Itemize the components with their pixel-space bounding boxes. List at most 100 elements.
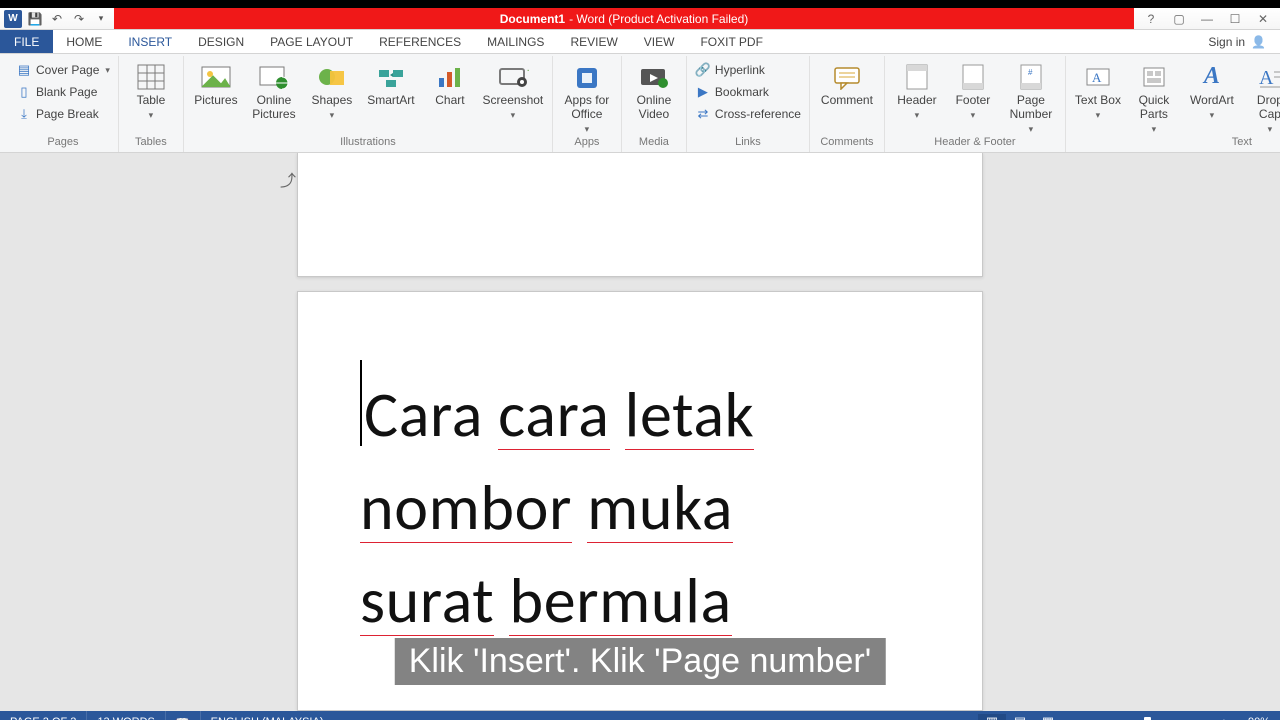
group-text: A Text Box▾ Quick Parts▾ A WordArt▾ A xyxy=(1065,56,1280,152)
zoom-out-button[interactable]: − xyxy=(1062,715,1090,720)
read-mode-button[interactable]: ▥ xyxy=(978,714,1006,720)
hyperlink-button[interactable]: 🔗Hyperlink xyxy=(693,60,767,80)
status-page[interactable]: PAGE 2 OF 2 xyxy=(0,711,86,720)
chevron-down-icon: ▾ xyxy=(1210,110,1215,120)
comment-button[interactable]: Comment xyxy=(816,60,878,108)
document-workspace[interactable]: ⤴ Cara cara letak nombor muka surat berm… xyxy=(0,153,1280,711)
quick-parts-icon xyxy=(1137,62,1171,92)
group-pages: ▤Cover Page▾ ▯Blank Page ⤓Page Break Pag… xyxy=(8,56,118,152)
tab-insert[interactable]: INSERT xyxy=(115,30,185,53)
page-number-icon: # xyxy=(1014,62,1048,92)
drop-cap-icon: A xyxy=(1253,62,1280,92)
maximize-button[interactable]: ☐ xyxy=(1222,8,1248,29)
tab-page-layout[interactable]: PAGE LAYOUT xyxy=(257,30,366,53)
qat-undo-icon[interactable]: ↶ xyxy=(48,10,66,28)
tab-references[interactable]: REFERENCES xyxy=(366,30,474,53)
print-layout-button[interactable]: ▤ xyxy=(1006,714,1034,720)
header-icon xyxy=(900,62,934,92)
ribbon-display-button[interactable]: ▢ xyxy=(1166,8,1192,29)
smartart-button[interactable]: SmartArt xyxy=(362,60,420,108)
group-label: Apps xyxy=(559,134,615,152)
header-button[interactable]: Header▾ xyxy=(891,60,943,120)
tab-view[interactable]: VIEW xyxy=(631,30,688,53)
chevron-down-icon: ▾ xyxy=(915,110,920,120)
blank-page-button[interactable]: ▯Blank Page xyxy=(14,82,99,102)
page-break-button[interactable]: ⤓Page Break xyxy=(14,104,101,124)
status-proofing[interactable]: 📖 xyxy=(165,711,200,720)
proofing-icon: 📖 xyxy=(176,716,190,720)
group-label: Media xyxy=(628,134,680,152)
sign-in[interactable]: Sign in 👤 xyxy=(1194,30,1280,53)
hyperlink-icon: 🔗 xyxy=(695,62,711,78)
group-links: 🔗Hyperlink ▶Bookmark ⇄Cross-reference Li… xyxy=(686,56,809,152)
footer-icon xyxy=(956,62,990,92)
apps-for-office-button[interactable]: Apps for Office▾ xyxy=(559,60,615,134)
cover-page-button[interactable]: ▤Cover Page▾ xyxy=(14,60,112,80)
status-words[interactable]: 13 WORDS xyxy=(86,711,164,720)
group-label: Header & Footer xyxy=(891,134,1059,152)
screenshot-button[interactable]: + Screenshot▾ xyxy=(480,60,546,120)
svg-text:A: A xyxy=(1092,70,1102,85)
wordart-button[interactable]: A WordArt▾ xyxy=(1184,60,1240,120)
drop-cap-button[interactable]: A Drop Cap▾ xyxy=(1244,60,1280,134)
online-video-button[interactable]: Online Video xyxy=(628,60,680,122)
group-label: Text xyxy=(1072,134,1280,152)
blank-page-icon: ▯ xyxy=(16,84,32,100)
status-language[interactable]: ENGLISH (MALAYSIA) xyxy=(200,711,334,720)
zoom-in-button[interactable]: + xyxy=(1210,715,1238,720)
smartart-icon xyxy=(374,62,408,92)
chart-button[interactable]: Chart xyxy=(424,60,476,108)
svg-text:+: + xyxy=(527,66,529,77)
online-pictures-icon xyxy=(257,62,291,92)
tab-foxit-pdf[interactable]: FOXIT PDF xyxy=(687,30,775,53)
chevron-down-icon: ▾ xyxy=(1096,110,1101,120)
minimize-button[interactable]: — xyxy=(1194,8,1220,29)
online-video-icon xyxy=(637,62,671,92)
group-comments: Comment Comments xyxy=(809,56,884,152)
tab-design[interactable]: DESIGN xyxy=(185,30,257,53)
word-app-icon: W xyxy=(4,10,22,28)
pictures-icon xyxy=(199,62,233,92)
page-number-button[interactable]: # Page Number▾ xyxy=(1003,60,1059,134)
document-name: Document1 xyxy=(500,12,565,26)
svg-text:#: # xyxy=(1028,68,1033,77)
group-apps: Apps for Office▾ Apps xyxy=(552,56,621,152)
zoom-level[interactable]: 90% xyxy=(1238,716,1280,720)
table-button[interactable]: Table▾ xyxy=(125,60,177,120)
group-label: Comments xyxy=(816,134,878,152)
bookmark-button[interactable]: ▶Bookmark xyxy=(693,82,771,102)
group-label: Illustrations xyxy=(190,134,546,152)
tab-review[interactable]: REVIEW xyxy=(557,30,630,53)
chevron-down-icon: ▾ xyxy=(330,110,335,120)
qat-customize-icon[interactable]: ▾ xyxy=(92,10,110,28)
cover-page-icon: ▤ xyxy=(16,62,32,78)
cross-reference-button[interactable]: ⇄Cross-reference xyxy=(693,104,803,124)
group-illustrations: Pictures Online Pictures Shapes▾ xyxy=(183,56,552,152)
group-media: Online Video Media xyxy=(621,56,686,152)
window-title: Document1 - Word (Product Activation Fai… xyxy=(114,8,1134,29)
tab-file[interactable]: FILE xyxy=(0,30,53,53)
qat-redo-icon[interactable]: ↷ xyxy=(70,10,88,28)
status-bar: PAGE 2 OF 2 13 WORDS 📖 ENGLISH (MALAYSIA… xyxy=(0,711,1280,720)
chevron-down-icon: ▾ xyxy=(1029,124,1034,134)
tab-home[interactable]: HOME xyxy=(53,30,115,53)
footer-button[interactable]: Footer▾ xyxy=(947,60,999,120)
svg-text:A: A xyxy=(1259,67,1274,89)
chevron-down-icon: ▾ xyxy=(1268,124,1273,134)
qat-save-icon[interactable]: 💾 xyxy=(26,10,44,28)
quick-parts-button[interactable]: Quick Parts▾ xyxy=(1128,60,1180,134)
document-text-line2: nombor muka xyxy=(360,462,920,555)
help-button[interactable]: ? xyxy=(1138,8,1164,29)
online-pictures-button[interactable]: Online Pictures xyxy=(246,60,302,122)
chevron-down-icon: ▾ xyxy=(971,110,976,120)
tab-mailings[interactable]: MAILINGS xyxy=(474,30,557,53)
cursor-icon: ⤴ xyxy=(280,167,296,191)
shapes-button[interactable]: Shapes▾ xyxy=(306,60,358,120)
text-box-button[interactable]: A Text Box▾ xyxy=(1072,60,1124,120)
apps-icon xyxy=(570,62,604,92)
chevron-down-icon: ▾ xyxy=(1152,124,1157,134)
pictures-button[interactable]: Pictures xyxy=(190,60,242,108)
web-layout-button[interactable]: ▦ xyxy=(1034,714,1062,720)
close-button[interactable]: ✕ xyxy=(1250,8,1276,29)
title-bar: W 💾 ↶ ↷ ▾ Document1 - Word (Product Acti… xyxy=(0,8,1280,30)
